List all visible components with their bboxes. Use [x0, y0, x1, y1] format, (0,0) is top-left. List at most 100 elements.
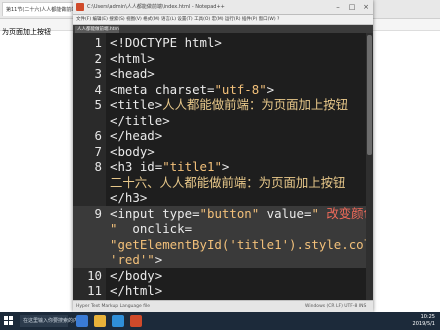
- code-token: type: [162, 205, 193, 221]
- code-editor[interactable]: 1 <!DOCTYPE html> 2 <html> 3 <head> 4 <meta cha…: [73, 33, 373, 300]
- code-line[interactable]: "getElementById('title1').style.color=: [73, 236, 373, 253]
- code-text: <title>人人都能做前端：为页面加上按钮: [110, 97, 348, 113]
- code-text: <input type="button" value=" 改变颜色: [110, 206, 373, 222]
- code-token: "utf-8": [214, 81, 267, 97]
- code-text: 'red'">: [110, 252, 162, 268]
- code-token: 二十六、人人都能做前端：为页面加上按钮: [110, 174, 346, 190]
- code-token: <head>: [110, 66, 155, 81]
- code-token: "getElementById('title1').style.color=: [110, 236, 373, 252]
- code-token: <meta: [110, 81, 155, 97]
- code-text: </title>: [110, 113, 170, 129]
- code-line[interactable]: 4 <meta charset="utf-8">: [73, 82, 373, 98]
- code-text: <h3 id="title1">: [110, 159, 229, 175]
- code-line[interactable]: 9 <input type="button" value=" 改变颜色: [73, 205, 373, 222]
- code-text: " onclick=: [110, 221, 192, 237]
- editor-window: C:\Users\admin\人人都能做前端\index.html - Note…: [73, 0, 373, 313]
- taskbar-search-input[interactable]: 在这里输入你要搜索的内容: [20, 315, 83, 327]
- code-token: <h3: [110, 159, 140, 174]
- code-text: 二十六、人人都能做前端：为页面加上按钮: [110, 175, 345, 191]
- code-token: >: [266, 81, 275, 97]
- line-number: 5: [94, 97, 102, 112]
- line-number: 11: [87, 283, 102, 298]
- code-text: </body>: [110, 268, 162, 284]
- code-token: value: [259, 205, 304, 221]
- editor-tab-strip: 人人都能做前端.html: [73, 25, 373, 33]
- windows-start-icon[interactable]: [4, 316, 14, 326]
- code-token: >: [154, 252, 163, 267]
- page-heading-text: 为页面加上按钮: [2, 28, 51, 36]
- code-line[interactable]: </title>: [73, 113, 373, 129]
- line-number: 4: [94, 81, 102, 97]
- taskbar: 在这里输入你要搜索的内容 10:25 2019/5/1: [0, 312, 440, 330]
- clock-date: 2019/5/1: [412, 321, 435, 327]
- code-line[interactable]: 10 </body>: [73, 268, 373, 284]
- code-line[interactable]: 1 <!DOCTYPE html>: [73, 35, 373, 51]
- code-text: <html>: [110, 51, 155, 67]
- close-icon[interactable]: ×: [359, 0, 373, 14]
- code-line[interactable]: 二十六、人人都能做前端：为页面加上按钮: [73, 175, 373, 191]
- code-token: "button": [199, 205, 260, 221]
- code-line[interactable]: 2 <html>: [73, 51, 373, 67]
- code-token: =: [192, 205, 200, 221]
- code-line[interactable]: 5 <title>人人都能做前端：为页面加上按钮: [73, 97, 373, 113]
- code-text: </head>: [110, 128, 162, 144]
- file-explorer-icon[interactable]: [94, 315, 106, 327]
- code-token: <body>: [110, 143, 155, 159]
- code-text: <!DOCTYPE html>: [110, 35, 222, 51]
- vertical-scrollbar[interactable]: [366, 33, 373, 300]
- editor-menu-bar[interactable]: 文件(F) 编辑(E) 搜索(S) 视图(V) 格式(M) 语言(L) 设置(T…: [73, 15, 373, 25]
- code-line[interactable]: 'red'">: [73, 252, 373, 268]
- line-number: 2: [94, 50, 102, 66]
- task-view-icon[interactable]: [76, 315, 88, 327]
- editor-title-bar[interactable]: C:\Users\admin\人人都能做前端\index.html - Note…: [73, 0, 373, 15]
- code-text: <body>: [110, 144, 155, 160]
- system-clock[interactable]: 10:25 2019/5/1: [395, 314, 435, 328]
- code-line[interactable]: 3 <head>: [73, 66, 373, 82]
- code-token: <title>: [110, 97, 163, 112]
- code-line[interactable]: 11 </html>: [73, 283, 373, 299]
- code-text: "getElementById('title1').style.color=: [110, 237, 373, 253]
- editor-menu-items[interactable]: 文件(F) 编辑(E) 搜索(S) 视图(V) 格式(M) 语言(L) 设置(T…: [76, 15, 279, 24]
- code-line[interactable]: </h3>: [73, 190, 373, 206]
- code-token: </head>: [110, 128, 163, 143]
- notepad-app-icon: [76, 3, 84, 11]
- line-number: 6: [94, 128, 102, 143]
- code-token: </h3>: [110, 190, 148, 205]
- code-line[interactable]: " onclick=: [73, 221, 373, 237]
- line-number: 10: [87, 267, 102, 283]
- code-token: =: [184, 221, 193, 236]
- code-token: <!DOCTYPE html>: [110, 35, 222, 50]
- maximize-icon[interactable]: □: [345, 0, 359, 14]
- code-token: <input: [110, 205, 163, 221]
- line-number: 8: [94, 159, 102, 174]
- browser-app-icon[interactable]: [112, 315, 124, 327]
- notepad-taskbar-icon[interactable]: [130, 315, 142, 327]
- code-token: 'red'": [110, 252, 155, 267]
- code-token: </title>: [110, 112, 170, 128]
- code-token: onclick: [117, 221, 185, 236]
- editor-file-tab[interactable]: 人人都能做前端.html: [75, 26, 119, 33]
- code-line[interactable]: 8 <h3 id="title1">: [73, 159, 373, 175]
- browser-tab[interactable]: 第11节(二十六)人人都能做前端: [2, 2, 74, 16]
- code-text: <head>: [110, 66, 155, 82]
- code-text: </h3>: [110, 190, 147, 206]
- code-token: "title1": [162, 159, 222, 174]
- editor-window-title: C:\Users\admin\人人都能做前端\index.html - Note…: [87, 4, 225, 10]
- line-number: 1: [94, 35, 102, 50]
- code-token: </body>: [110, 267, 163, 283]
- code-line[interactable]: 6 </head>: [73, 128, 373, 144]
- code-token: </html>: [110, 283, 163, 298]
- code-token: 人人都能做前端：为页面加上按钮: [162, 97, 349, 112]
- code-line[interactable]: 7 <body>: [73, 144, 373, 160]
- code-token: charset: [154, 81, 207, 97]
- scrollbar-thumb[interactable]: [367, 35, 372, 155]
- code-text: </html>: [110, 283, 162, 299]
- line-number: 3: [94, 66, 102, 81]
- code-token: >: [221, 159, 230, 174]
- code-text: <meta charset="utf-8">: [110, 82, 274, 98]
- code-token: id: [139, 159, 155, 174]
- code-token: ": [311, 205, 327, 221]
- minimize-icon[interactable]: –: [331, 0, 345, 14]
- line-number: 7: [94, 143, 102, 159]
- code-token: <html>: [110, 50, 155, 66]
